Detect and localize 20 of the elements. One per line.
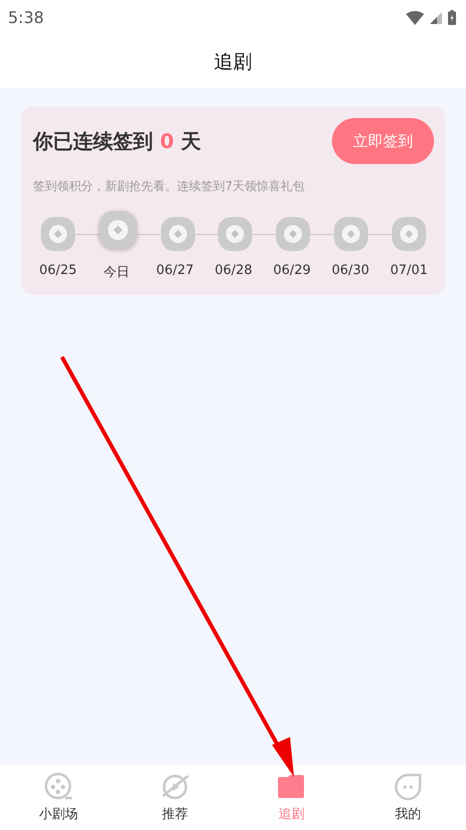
battery-icon xyxy=(448,10,456,25)
day-label: 今日 xyxy=(102,264,130,281)
status-time: 5:38 xyxy=(8,8,44,27)
day-label: 06/27 xyxy=(155,263,195,280)
tab-item[interactable]: 我的 xyxy=(350,765,466,830)
day-label: 06/25 xyxy=(38,263,78,280)
film-reel-icon xyxy=(43,772,74,802)
checkin-heading: 你已连续签到 0 天 xyxy=(33,128,201,154)
wifi-icon xyxy=(406,10,424,24)
day-label: 06/30 xyxy=(330,263,370,280)
checkin-hint: 签到领积分，新剧抢先看。连续签到7天领惊喜礼包 xyxy=(33,178,306,195)
day-label: 06/29 xyxy=(272,263,312,280)
day-label: 07/01 xyxy=(389,263,429,280)
signal-icon xyxy=(430,12,442,24)
day-label: 06/28 xyxy=(214,263,254,280)
page-title: 追剧 xyxy=(214,50,252,74)
tab-item[interactable]: 小剧场 xyxy=(0,765,116,830)
chat-face-icon xyxy=(392,772,423,802)
planet-icon xyxy=(160,772,190,802)
tab-item[interactable]: 推荐 xyxy=(116,765,233,830)
